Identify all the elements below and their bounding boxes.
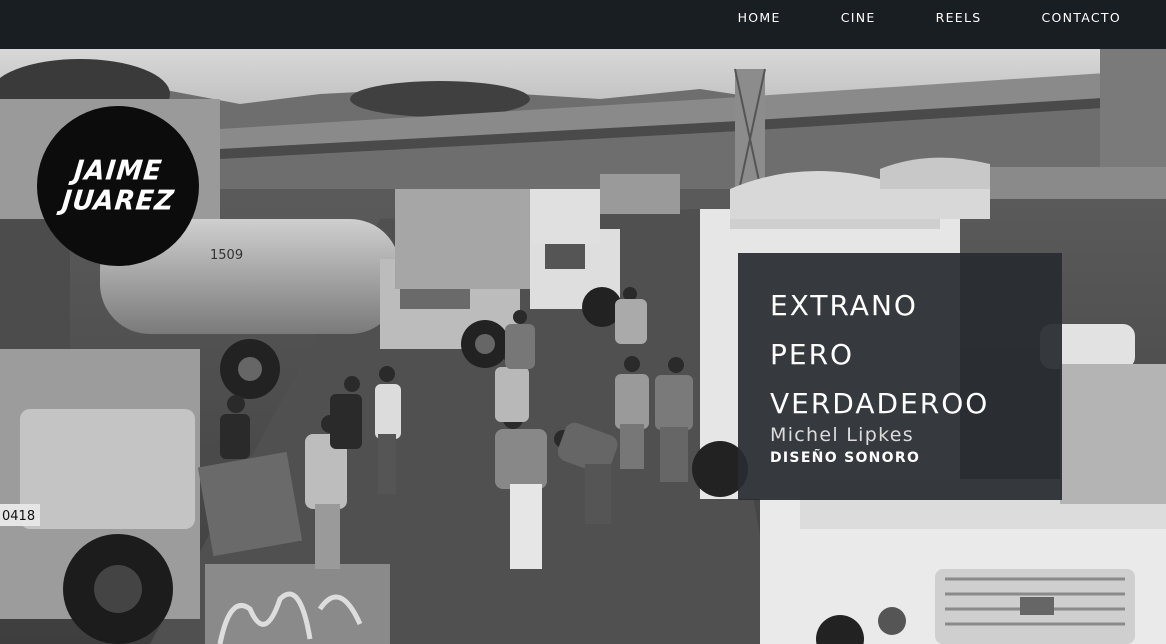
- nav-home-link[interactable]: HOME: [738, 10, 781, 25]
- role-label: DISEÑO SONORO: [770, 450, 921, 466]
- nav-cine-link[interactable]: CINE: [841, 10, 876, 25]
- top-navigation-bar: HOME CINE REELS CONTACTO: [0, 0, 1166, 49]
- logo-first-name: JAIME: [72, 155, 164, 187]
- site-logo[interactable]: JAIME JUAREZ: [37, 106, 199, 266]
- truck-number-1509: 1509: [210, 248, 243, 263]
- truck-number-0418: 0418: [2, 509, 35, 524]
- project-title-line-3: VERDADEROO: [770, 387, 990, 420]
- featured-project-card[interactable]: EXTRANO PERO VERDADEROO Michel Lipkes DI…: [738, 253, 1062, 500]
- nav-contacto-link[interactable]: CONTACTO: [1041, 10, 1121, 25]
- logo-last-name: JUAREZ: [60, 185, 176, 217]
- main-nav: HOME CINE REELS CONTACTO: [738, 0, 1121, 34]
- project-title-line-2: PERO: [770, 338, 855, 371]
- nav-reels-link[interactable]: REELS: [936, 10, 982, 25]
- project-title-line-1: EXTRANO: [770, 289, 918, 322]
